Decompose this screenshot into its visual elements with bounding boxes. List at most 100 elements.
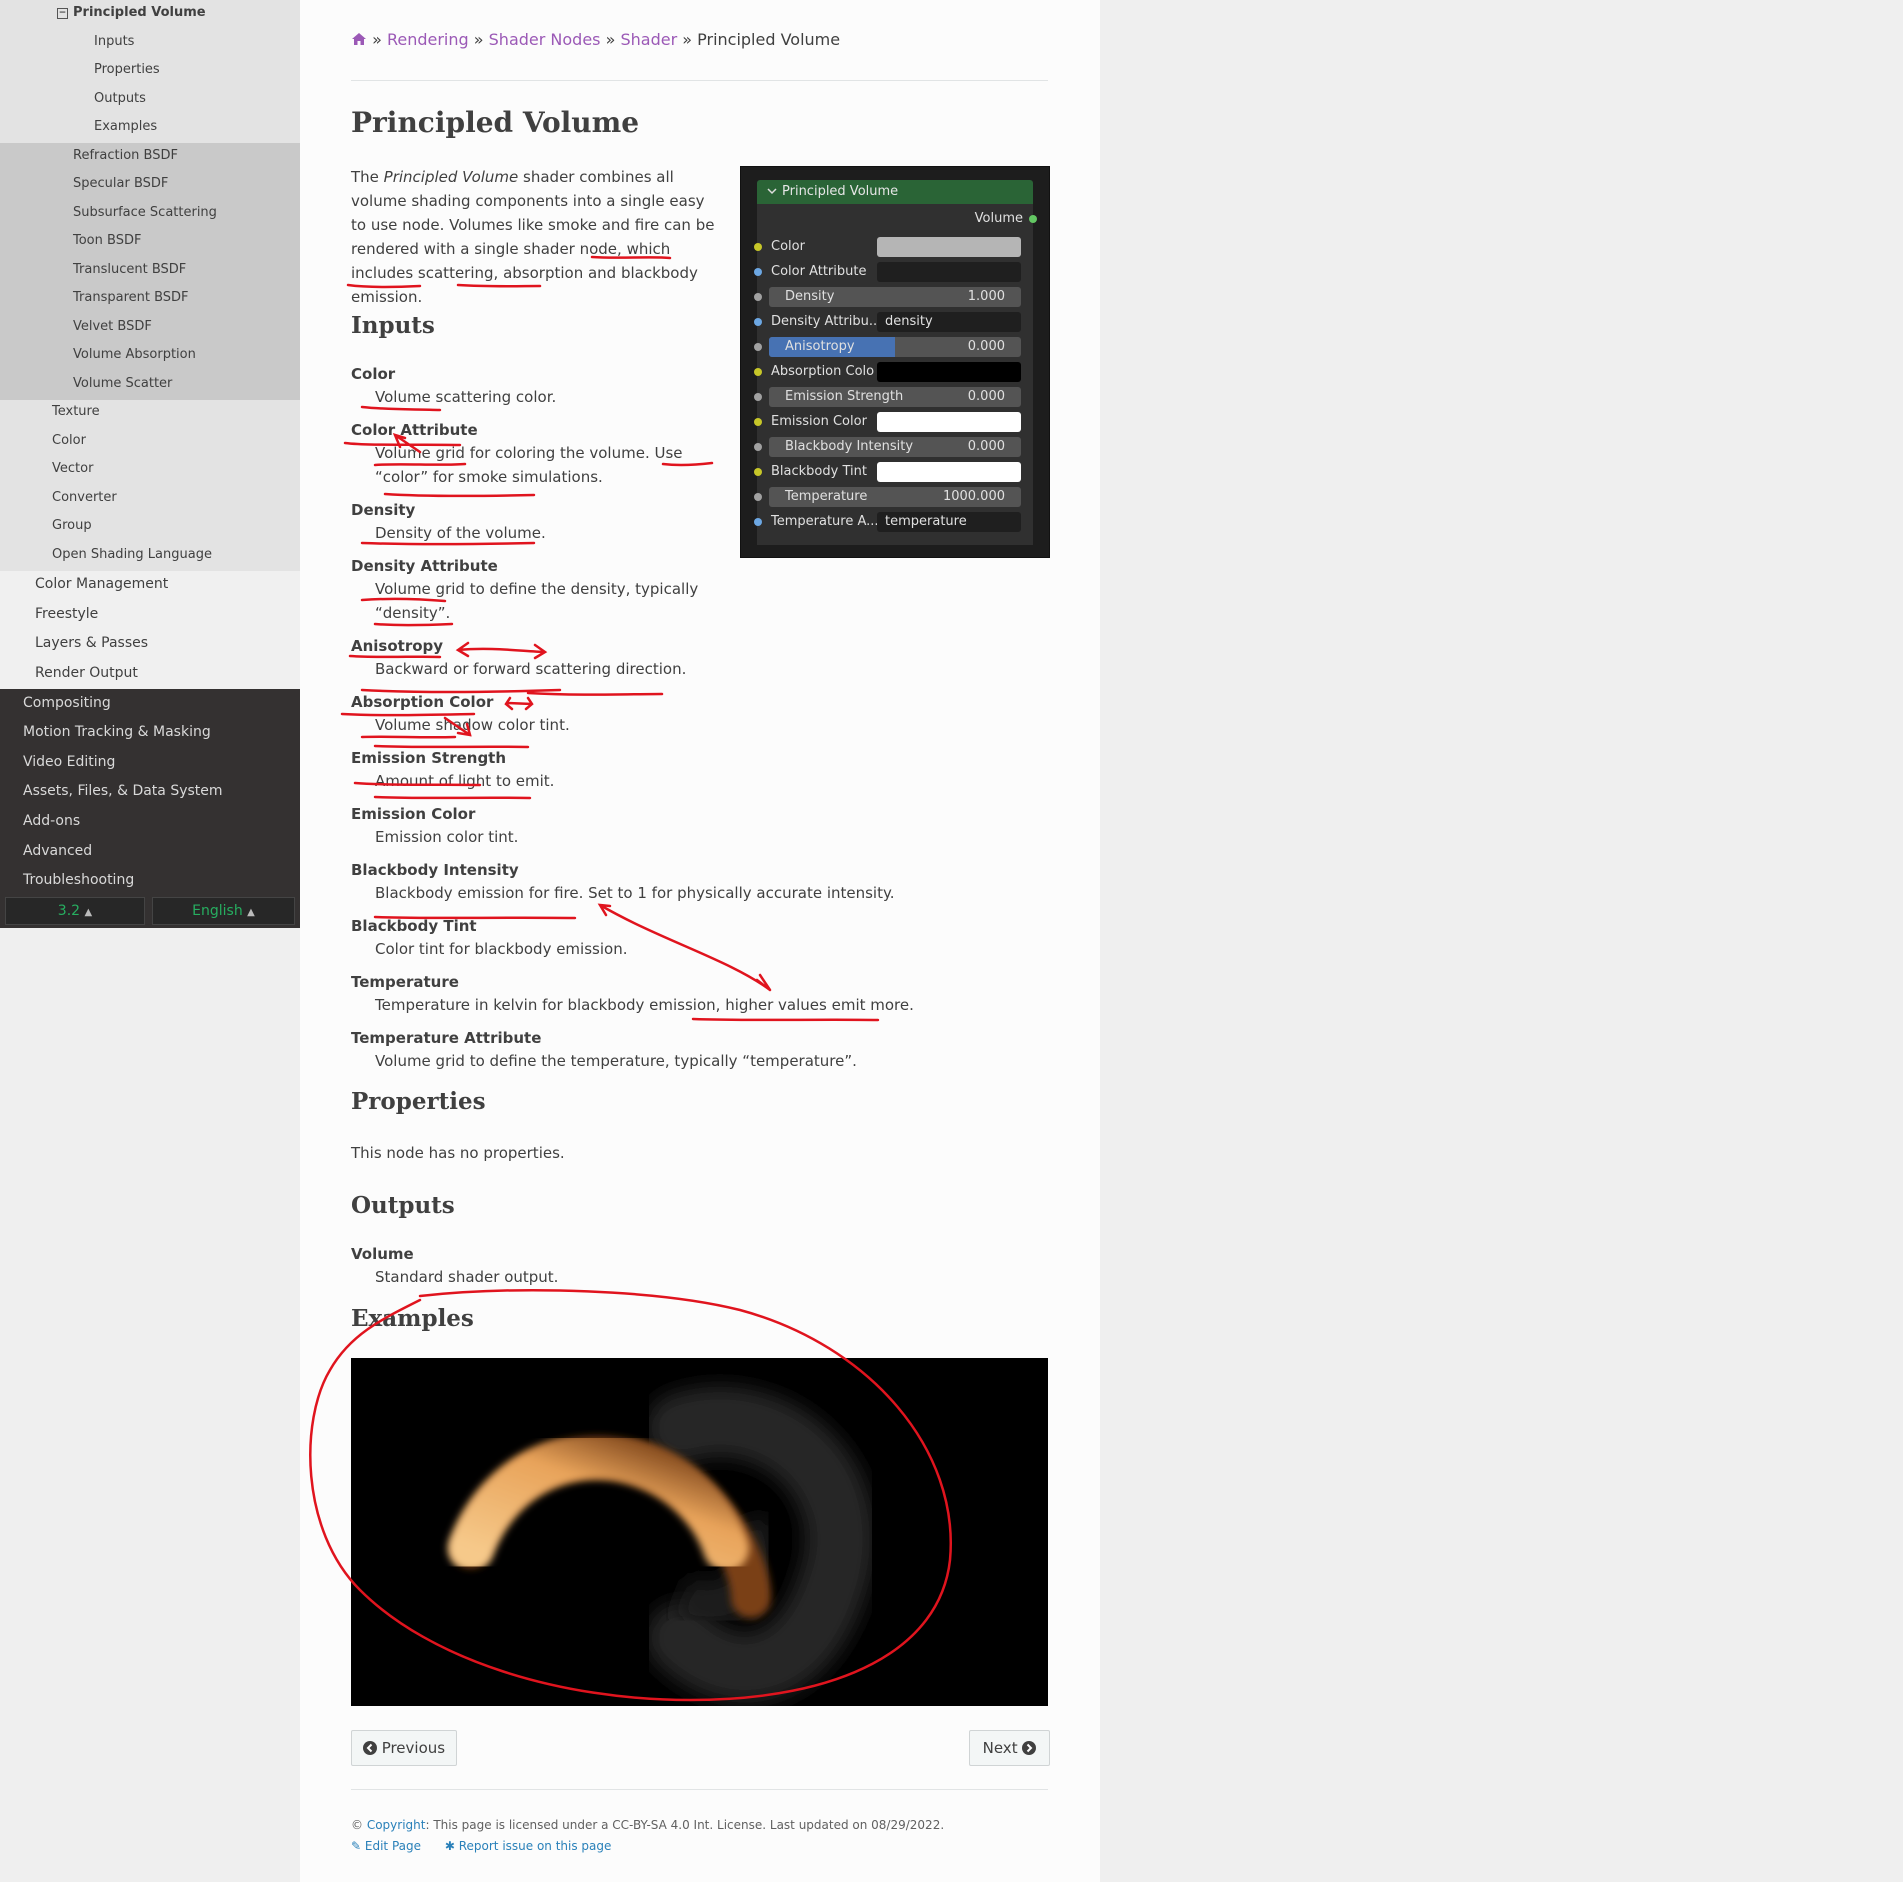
edit-page-link[interactable]: ✎ Edit Page [351,1839,421,1853]
home-icon[interactable] [351,31,367,50]
sidebar-item-assets-files[interactable]: Assets, Files, & Data System [23,783,223,799]
socket-icon[interactable] [754,518,762,526]
temperature-slider[interactable]: Temperature 1000.000 [769,487,1021,507]
def-color: Volume scattering color. [375,388,557,406]
node-row-emission-strength: Emission Strength 0.000 [754,387,1033,407]
sidebar-item-texture[interactable]: Texture [52,404,100,420]
divider [351,80,1048,81]
next-button[interactable]: Next [969,1730,1050,1766]
socket-icon[interactable] [754,268,762,276]
sidebar-item-group[interactable]: Group [52,518,92,534]
node-row-blackbody-tint: Blackbody Tint [754,462,1033,482]
sidebar-item-inputs[interactable]: Inputs [94,34,134,50]
def-emission-color: Emission color tint. [375,828,519,846]
node-row-density-attribute: Density Attribu... density [754,312,1033,332]
caret-up-icon: ▲ [247,907,255,918]
def-absorption-color: Volume shadow color tint. [375,716,570,734]
sidebar-item-volume-absorption[interactable]: Volume Absorption [73,347,196,363]
sidebar-item-transparent-bsdf[interactable]: Transparent BSDF [73,290,189,306]
sidebar-item-color-management[interactable]: Color Management [35,576,168,592]
sidebar-item-add-ons[interactable]: Add-ons [23,813,80,829]
text-field[interactable] [877,262,1021,282]
color-swatch[interactable] [877,462,1021,482]
sidebar-item-open-shading-language[interactable]: Open Shading Language [52,547,212,563]
def-density-attribute: Volume grid to define the density, typic… [375,580,699,622]
node-row-emission-color: Emission Color [754,412,1033,432]
sidebar-item-render-output[interactable]: Render Output [35,665,138,681]
term-emission-strength: Emission Strength [351,749,507,767]
term-color-attribute: Color Attribute [351,421,478,439]
anisotropy-slider[interactable]: Anisotropy 0.000 [769,337,1021,357]
breadcrumb-shader[interactable]: Shader [620,30,677,49]
def-density: Density of the volume. [375,524,546,542]
sidebar-item-subsurface-scattering[interactable]: Subsurface Scattering [73,205,217,221]
socket-icon[interactable] [754,243,762,251]
copyright-link[interactable]: Copyright [367,1818,426,1832]
blackbody-intensity-slider[interactable]: Blackbody Intensity 0.000 [769,437,1021,457]
term-absorption-color: Absorption Color [351,693,494,711]
socket-icon[interactable] [754,443,762,451]
sidebar-item-motion-tracking[interactable]: Motion Tracking & Masking [23,724,211,740]
socket-icon[interactable] [754,318,762,326]
sidebar-item-examples[interactable]: Examples [94,119,157,135]
socket-icon[interactable] [754,393,762,401]
sidebar-item-color[interactable]: Color [52,433,86,449]
node-row-anisotropy: Anisotropy 0.000 [754,337,1033,357]
sidebar-item-translucent-bsdf[interactable]: Translucent BSDF [73,262,186,278]
language-selector[interactable]: English ▲ [152,897,295,925]
color-swatch[interactable] [877,362,1021,382]
sidebar-item-converter[interactable]: Converter [52,490,117,506]
breadcrumb-rendering[interactable]: Rendering [387,30,469,49]
socket-icon[interactable] [754,293,762,301]
emission-strength-slider[interactable]: Emission Strength 0.000 [769,387,1021,407]
socket-icon[interactable] [754,418,762,426]
term-blackbody-intensity: Blackbody Intensity [351,861,519,879]
socket-icon[interactable] [754,368,762,376]
collapse-icon[interactable]: − [57,8,68,19]
copyright-icon: © [351,1818,363,1832]
sidebar-item-video-editing[interactable]: Video Editing [23,754,115,770]
edit-icon: ✎ [351,1839,362,1853]
socket-icon[interactable] [754,343,762,351]
sidebar-item-troubleshooting[interactable]: Troubleshooting [23,872,134,888]
breadcrumb-shader-nodes[interactable]: Shader Nodes [489,30,601,49]
density-attribute-field[interactable]: density [877,312,1021,332]
section-examples-heading: Examples [351,1305,474,1332]
socket-icon[interactable] [1029,215,1037,223]
sidebar-item-properties[interactable]: Properties [94,62,160,78]
sidebar-item-compositing[interactable]: Compositing [23,695,111,711]
sidebar-item-vector[interactable]: Vector [52,461,93,477]
node-row-blackbody-intensity: Blackbody Intensity 0.000 [754,437,1033,457]
sidebar-item-freestyle[interactable]: Freestyle [35,606,98,622]
density-slider[interactable]: Density 1.000 [769,287,1021,307]
footer-copyright: © Copyright: This page is licensed under… [351,1818,945,1832]
sidebar-item-velvet-bsdf[interactable]: Velvet BSDF [73,319,152,335]
term-volume: Volume [351,1245,414,1263]
previous-button[interactable]: Previous [351,1730,457,1766]
sidebar-item-layers-passes[interactable]: Layers & Passes [35,635,148,651]
sidebar-item-toon-bsdf[interactable]: Toon BSDF [73,233,141,249]
temperature-attribute-field[interactable]: temperature [877,512,1021,532]
chevron-down-icon [767,180,777,204]
sidebar-item-principled-volume[interactable]: − Principled Volume [57,5,206,21]
def-temperature: Temperature in kelvin for blackbody emis… [375,996,914,1014]
term-color: Color [351,365,396,383]
sidebar-item-outputs[interactable]: Outputs [94,91,146,107]
color-swatch[interactable] [877,237,1021,257]
intro-paragraph: The Principled Volume shader combines al… [351,168,715,306]
version-selector[interactable]: 3.2 ▲ [5,897,145,925]
sidebar-item-refraction-bsdf[interactable]: Refraction BSDF [73,148,178,164]
socket-icon[interactable] [754,493,762,501]
term-blackbody-tint: Blackbody Tint [351,917,477,935]
bug-icon: ✱ [444,1839,455,1853]
section-outputs-heading: Outputs [351,1192,455,1219]
color-swatch[interactable] [877,412,1021,432]
node-row-density: Density 1.000 [754,287,1033,307]
sidebar-item-specular-bsdf[interactable]: Specular BSDF [73,176,168,192]
socket-icon[interactable] [754,468,762,476]
report-issue-link[interactable]: ✱ Report issue on this page [445,1839,612,1853]
caret-up-icon: ▲ [84,907,93,918]
smoke-fire-render [448,1386,876,1703]
sidebar-item-volume-scatter[interactable]: Volume Scatter [73,376,172,392]
sidebar-item-advanced[interactable]: Advanced [23,843,92,859]
